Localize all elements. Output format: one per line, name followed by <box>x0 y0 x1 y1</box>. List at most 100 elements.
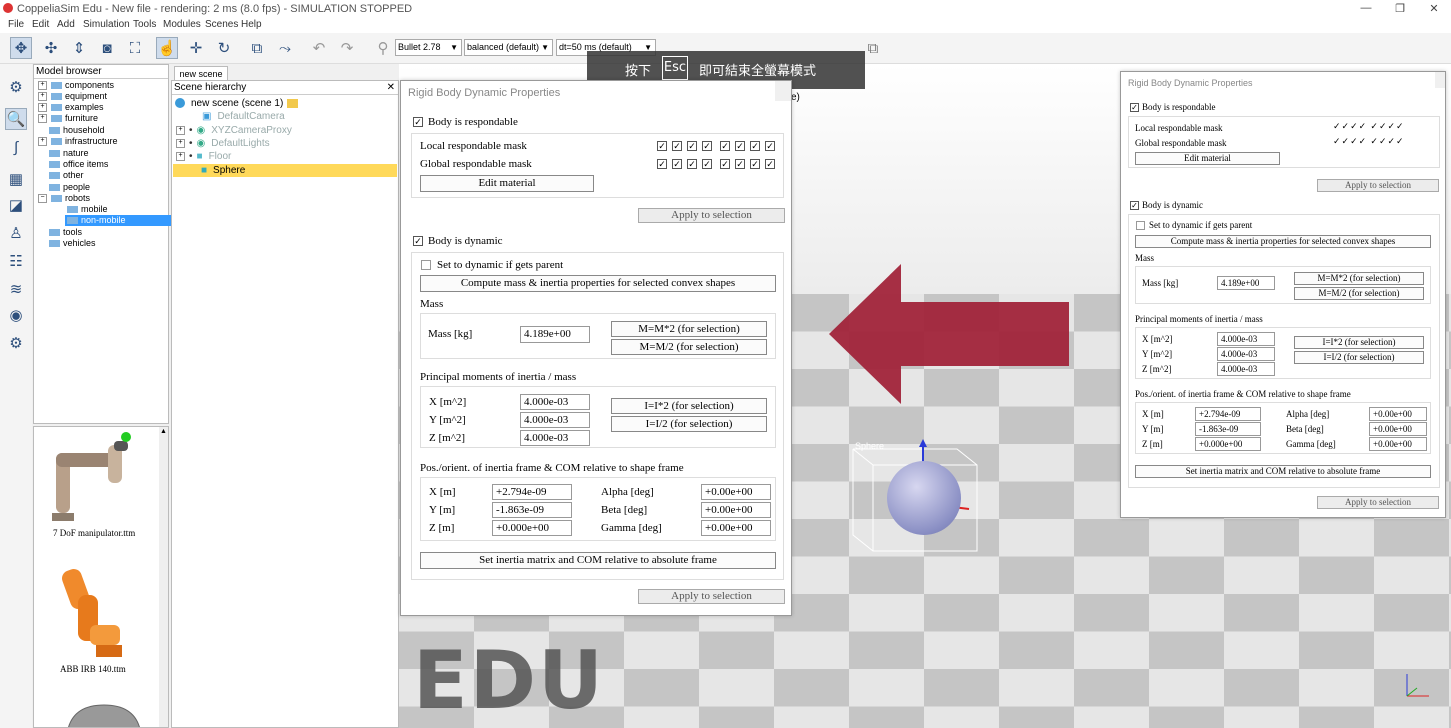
global-mask-bits[interactable]: ✓✓✓✓ ✓✓✓✓ <box>1333 136 1405 147</box>
inertia-double-button[interactable]: I=I*2 (for selection) <box>1294 336 1424 349</box>
mass-input[interactable]: 4.189e+00 <box>520 326 590 343</box>
scene-object-defaultlights[interactable]: + • ◉ DefaultLights <box>176 137 270 150</box>
tree-item-other[interactable]: other <box>49 170 84 181</box>
tree-item-tools[interactable]: tools <box>49 227 82 238</box>
body-dynamic-checkbox[interactable]: ✓ <box>413 236 423 246</box>
global-mask-bit-checkbox[interactable]: ✓ <box>720 159 730 169</box>
maximize-button[interactable]: ❐ <box>1390 2 1410 15</box>
inertia-halve-button[interactable]: I=I/2 (for selection) <box>1294 351 1424 364</box>
global-mask-bit-checkbox[interactable]: ✓ <box>657 159 667 169</box>
layers-icon[interactable]: ≋ <box>5 278 27 300</box>
dialog-close-button[interactable] <box>775 81 791 101</box>
model-browser-toggle-icon[interactable]: 🔍 <box>5 108 27 130</box>
camera-shift-icon[interactable]: ⇕ <box>68 37 90 59</box>
local-mask-bit-checkbox[interactable]: ✓ <box>687 141 697 151</box>
local-mask-bit-checkbox[interactable]: ✓ <box>765 141 775 151</box>
thumbnail-scrollbar[interactable]: ▲ <box>159 427 168 727</box>
click-select-icon[interactable]: ☝ <box>156 37 178 59</box>
body-respondable-checkbox[interactable]: ✓ <box>1130 103 1139 112</box>
set-absolute-frame-button[interactable]: Set inertia matrix and COM relative to a… <box>1135 465 1431 478</box>
abb-irb140-thumbnail[interactable] <box>46 565 142 661</box>
compute-mass-button[interactable]: Compute mass & inertia properties for se… <box>1135 235 1431 248</box>
settings-icon[interactable]: ⚙ <box>5 76 27 98</box>
tree-item-mobile[interactable]: mobile <box>67 204 108 215</box>
hierarchy-icon[interactable]: ☷ <box>5 250 27 272</box>
close-button[interactable]: ✕ <box>1424 2 1444 15</box>
fit-to-view-icon[interactable]: ⛶ <box>124 37 146 59</box>
tree-item-vehicles[interactable]: vehicles <box>49 238 96 249</box>
object-rotate-icon[interactable]: ↻ <box>213 37 235 59</box>
menu-edit[interactable]: Edit <box>32 19 49 30</box>
undo-icon[interactable]: ↶ <box>308 37 330 59</box>
edit-material-button[interactable]: Edit material <box>420 175 594 192</box>
dialog-close-button[interactable] <box>1435 72 1445 88</box>
scene-object-defaultcamera[interactable]: ▣ DefaultCamera <box>202 110 285 123</box>
mass-halve-button[interactable]: M=M/2 (for selection) <box>1294 287 1424 300</box>
tree-item-examples[interactable]: + examples <box>38 102 104 113</box>
inertia-y-input[interactable]: 4.000e-03 <box>520 412 590 428</box>
menu-add[interactable]: Add <box>57 19 75 30</box>
tree-item-equipment[interactable]: + equipment <box>38 91 107 102</box>
apply-to-selection-button[interactable]: Apply to selection <box>638 589 785 604</box>
gamma-input[interactable]: +0.00e+00 <box>1369 437 1427 451</box>
alpha-input[interactable]: +0.00e+00 <box>701 484 771 500</box>
pos-y-input[interactable]: -1.863e-09 <box>492 502 572 518</box>
local-mask-bit-checkbox[interactable]: ✓ <box>657 141 667 151</box>
tree-item-infrastructure[interactable]: + infrastructure <box>38 136 118 147</box>
local-mask-bit-checkbox[interactable]: ✓ <box>702 141 712 151</box>
manipulator-7dof-thumbnail[interactable] <box>48 431 138 527</box>
transfer-dna-icon[interactable]: ⤳ <box>274 37 296 59</box>
tree-item-non-mobile[interactable]: non-mobile <box>65 215 171 226</box>
dynamics-icon[interactable]: ⚲ <box>372 37 394 59</box>
menu-tools[interactable]: Tools <box>133 19 156 30</box>
menu-simulation[interactable]: Simulation <box>83 19 130 30</box>
scene-object-sphere[interactable]: ■ Sphere <box>173 164 397 177</box>
apply-to-selection-button[interactable]: Apply to selection <box>1317 179 1439 192</box>
user-settings-icon[interactable]: ⚙ <box>5 332 27 354</box>
edit-material-button[interactable]: Edit material <box>1135 152 1280 165</box>
tree-item-components[interactable]: + components <box>38 80 114 91</box>
inertia-z-input[interactable]: 4.000e-03 <box>520 430 590 446</box>
scene-object-xyzcameraproxy[interactable]: + • ◉ XYZCameraProxy <box>176 124 292 137</box>
calculator-icon[interactable]: ▦ <box>5 168 27 190</box>
tree-item-nature[interactable]: nature <box>49 148 89 159</box>
camera-rotate-icon[interactable]: ✣ <box>40 37 62 59</box>
global-mask-bit-checkbox[interactable]: ✓ <box>702 159 712 169</box>
scene-root[interactable]: new scene (scene 1) <box>175 97 299 110</box>
compute-mass-button[interactable]: Compute mass & inertia properties for se… <box>420 275 776 292</box>
minimize-button[interactable]: — <box>1356 2 1376 14</box>
menu-scenes[interactable]: Scenes <box>205 19 238 30</box>
script-icon[interactable] <box>287 98 299 108</box>
global-mask-bit-checkbox[interactable]: ✓ <box>687 159 697 169</box>
gamma-input[interactable]: +0.00e+00 <box>701 520 771 536</box>
inertia-halve-button[interactable]: I=I/2 (for selection) <box>611 416 767 432</box>
global-mask-bit-checkbox[interactable]: ✓ <box>735 159 745 169</box>
sphere-object[interactable] <box>887 461 961 535</box>
mass-halve-button[interactable]: M=M/2 (for selection) <box>611 339 767 355</box>
camera-pan-icon[interactable]: ✥ <box>10 37 32 59</box>
tree-item-office-items[interactable]: office items <box>49 159 108 170</box>
global-mask-bit-checkbox[interactable]: ✓ <box>672 159 682 169</box>
pos-z-input[interactable]: +0.000e+00 <box>1195 437 1261 451</box>
object-shift-icon[interactable]: ✛ <box>185 37 207 59</box>
view-layout-icon[interactable]: ⧉ <box>862 37 884 59</box>
accuracy-select[interactable]: balanced (default) ▼ <box>464 39 553 56</box>
body-respondable-checkbox[interactable]: ✓ <box>413 117 423 127</box>
pos-x-input[interactable]: +2.794e-09 <box>1195 407 1261 421</box>
beta-input[interactable]: +0.00e+00 <box>701 502 771 518</box>
camera-angle-icon[interactable]: ◙ <box>96 37 118 59</box>
global-mask-bit-checkbox[interactable]: ✓ <box>750 159 760 169</box>
tab-new-scene[interactable]: new scene <box>174 66 228 81</box>
global-mask-bit-checkbox[interactable]: ✓ <box>765 159 775 169</box>
beta-input[interactable]: +0.00e+00 <box>1369 422 1427 436</box>
video-recorder-icon[interactable]: ◉ <box>5 304 27 326</box>
close-icon[interactable]: ✕ <box>387 81 395 94</box>
apply-to-selection-button[interactable]: Apply to selection <box>638 208 785 223</box>
local-mask-bit-checkbox[interactable]: ✓ <box>750 141 760 151</box>
tree-item-household[interactable]: household <box>49 125 105 136</box>
engine-select[interactable]: Bullet 2.78 ▼ <box>395 39 462 56</box>
tree-item-people[interactable]: people <box>49 182 90 193</box>
mass-double-button[interactable]: M=M*2 (for selection) <box>611 321 767 337</box>
menu-file[interactable]: File <box>8 19 24 30</box>
scroll-up-icon[interactable]: ▲ <box>159 427 168 435</box>
